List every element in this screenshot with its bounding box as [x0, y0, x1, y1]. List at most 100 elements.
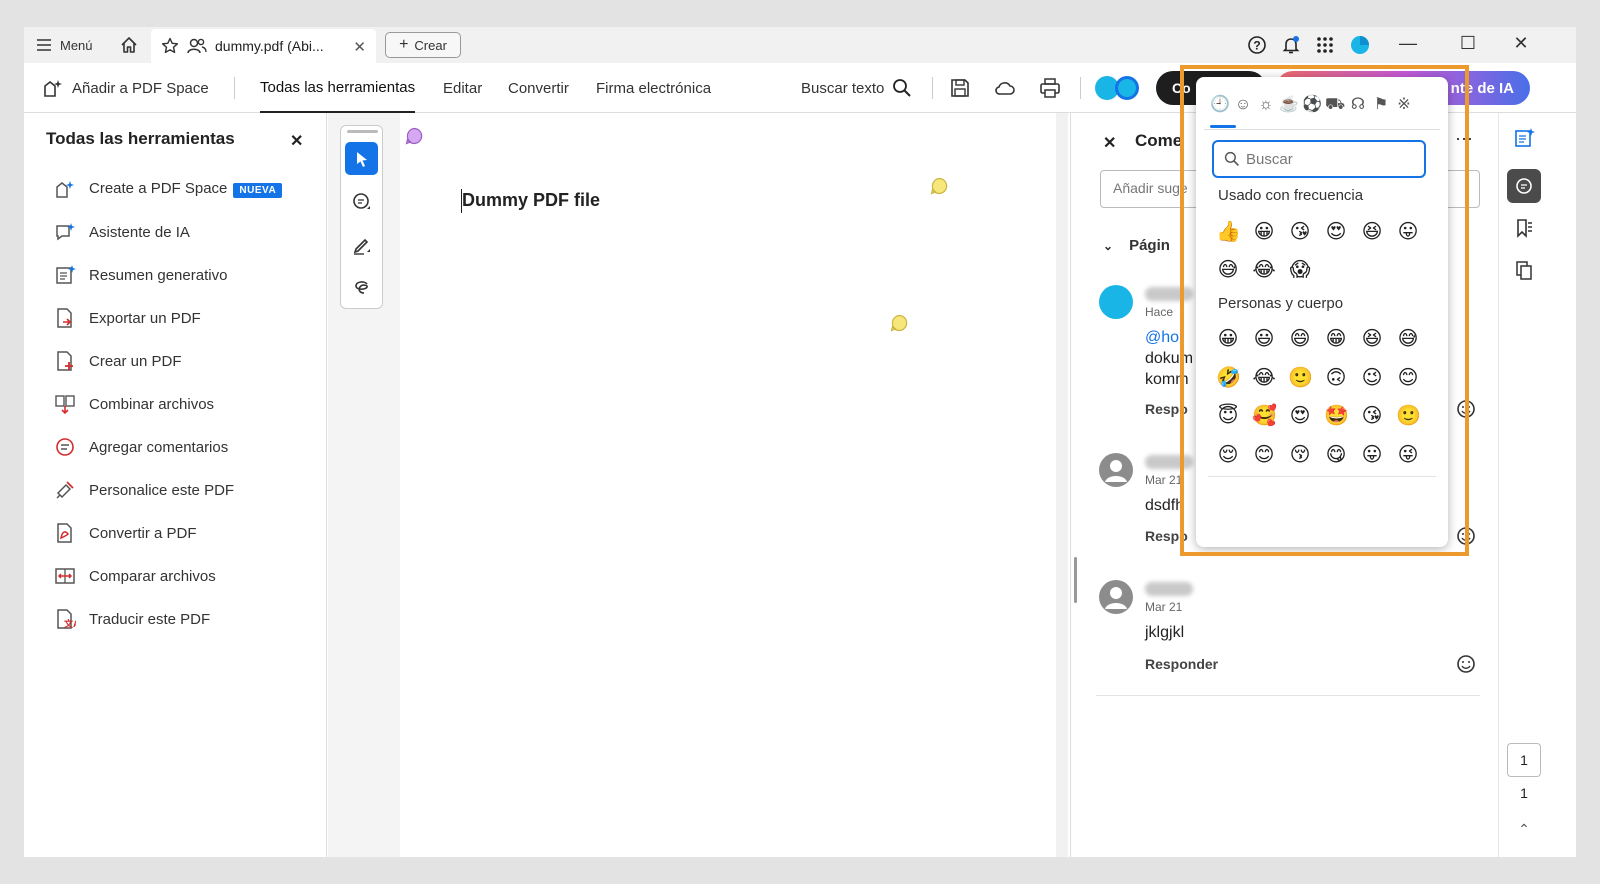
tool-compare-files[interactable]: Comparar archivos: [54, 564, 216, 588]
emoji[interactable]: 😁: [1324, 326, 1348, 350]
close-window-icon[interactable]: ✕: [1509, 33, 1533, 54]
emoji[interactable]: 🙂: [1288, 365, 1313, 389]
smiley-icon[interactable]: ☺: [1233, 95, 1253, 115]
emoji[interactable]: 😱: [1288, 257, 1312, 281]
close-tab-icon[interactable]: ✕: [353, 38, 366, 56]
emoji[interactable]: 😇: [1216, 403, 1240, 427]
emoji[interactable]: 🙂: [1396, 403, 1421, 427]
emoji[interactable]: 😀: [1252, 219, 1276, 243]
tab-convert[interactable]: Convertir: [508, 63, 569, 113]
emoji[interactable]: 😘: [1360, 403, 1384, 427]
tool-create-pdf[interactable]: Crear un PDF: [54, 349, 182, 373]
tool-combine-files[interactable]: Combinar archivos: [54, 392, 214, 416]
tool-export-pdf[interactable]: Exportar un PDF: [54, 306, 201, 330]
sticky-note-purple-icon[interactable]: [405, 127, 423, 145]
reply-button[interactable]: Respo: [1145, 401, 1188, 417]
emoji[interactable]: 😌: [1216, 442, 1240, 466]
comment-thread[interactable]: Mar 21 jklgjkl Responder: [1099, 580, 1479, 700]
emoji[interactable]: 😅: [1216, 257, 1240, 281]
chevron-up-icon[interactable]: ⌃: [1507, 821, 1541, 838]
tab-e-signature[interactable]: Firma electrónica: [596, 63, 711, 113]
tool-create-pdf-space[interactable]: Create a PDF Space NUEVA: [54, 177, 283, 201]
sticky-note-yellow-icon[interactable]: [890, 314, 908, 332]
menu-button[interactable]: Menú: [36, 27, 93, 63]
draw-tool-button[interactable]: [345, 271, 378, 304]
print-icon[interactable]: [1039, 77, 1061, 99]
user-avatar-icon[interactable]: [1350, 35, 1370, 55]
create-button[interactable]: + Crear: [385, 32, 461, 58]
emoji[interactable]: 😆: [1360, 326, 1384, 350]
close-panel-icon[interactable]: ✕: [290, 131, 303, 151]
tool-translate-pdf[interactable]: 文A Traducir este PDF: [54, 607, 210, 631]
tool-convert-to-pdf[interactable]: Convertir a PDF: [54, 521, 197, 545]
ai-summary-rail-button[interactable]: [1507, 121, 1541, 155]
comments-scrollbar[interactable]: [1074, 557, 1077, 603]
comment-mention[interactable]: @hoi: [1145, 327, 1183, 348]
add-reaction-icon[interactable]: [1456, 526, 1476, 546]
home-icon[interactable]: [119, 35, 139, 55]
emoji[interactable]: 😅: [1396, 326, 1420, 350]
comments-rail-button[interactable]: [1507, 169, 1541, 203]
food-icon[interactable]: ☕: [1279, 95, 1299, 115]
emoji[interactable]: 😛: [1396, 219, 1420, 243]
pdf-page[interactable]: Dummy PDF file: [400, 113, 1056, 857]
add-reaction-icon[interactable]: [1456, 654, 1476, 674]
symbols-icon[interactable]: ※: [1394, 95, 1414, 115]
tab-edit[interactable]: Editar: [443, 63, 482, 113]
emoji[interactable]: 😂: [1252, 365, 1276, 389]
drag-handle[interactable]: [347, 130, 378, 133]
emoji[interactable]: 😜: [1396, 442, 1420, 466]
search-text-button[interactable]: Buscar texto: [801, 63, 912, 113]
current-page-input[interactable]: 1: [1507, 743, 1541, 777]
emoji[interactable]: 👍: [1216, 219, 1241, 243]
emoji[interactable]: 😍: [1288, 403, 1312, 427]
emoji[interactable]: 😀: [1216, 326, 1240, 350]
add-reaction-icon[interactable]: [1456, 399, 1476, 419]
emoji[interactable]: 😃: [1252, 326, 1276, 350]
sticky-note-yellow-icon[interactable]: [930, 177, 948, 195]
collaborators-avatars-icon[interactable]: [1094, 75, 1144, 101]
pages-rail-button[interactable]: [1507, 253, 1541, 287]
add-to-pdf-space-button[interactable]: Añadir a PDF Space: [42, 63, 209, 113]
flags-icon[interactable]: ⚑: [1371, 95, 1391, 115]
emoji[interactable]: 😍: [1324, 219, 1348, 243]
highlight-tool-button[interactable]: [345, 228, 378, 261]
minimize-icon[interactable]: —: [1396, 33, 1420, 54]
cloud-sync-icon[interactable]: [994, 77, 1016, 99]
tool-ai-assistant[interactable]: Asistente de IA: [54, 220, 190, 244]
select-tool-button[interactable]: [345, 142, 378, 175]
help-icon[interactable]: ?: [1247, 35, 1267, 55]
emoji[interactable]: 🙃: [1324, 365, 1348, 389]
emoji[interactable]: 😊: [1396, 365, 1420, 389]
page-group-header[interactable]: ⌄ Págin: [1103, 237, 1170, 254]
comment-tool-button[interactable]: [345, 185, 378, 218]
recent-icon[interactable]: 🕘: [1210, 95, 1230, 115]
emoji[interactable]: 🥰: [1252, 403, 1277, 427]
animal-icon[interactable]: ☼: [1256, 95, 1276, 115]
notification-bell-icon[interactable]: [1281, 35, 1301, 55]
emoji[interactable]: 😉: [1360, 365, 1384, 389]
emoji[interactable]: 😊: [1252, 442, 1276, 466]
tool-generative-summary[interactable]: Resumen generativo: [54, 263, 227, 287]
emoji[interactable]: 🤩: [1324, 403, 1349, 427]
more-options-icon[interactable]: ⋯: [1455, 129, 1473, 150]
emoji-search-input[interactable]: Buscar: [1212, 140, 1426, 178]
save-icon[interactable]: [949, 77, 971, 99]
bookmarks-rail-button[interactable]: [1507, 211, 1541, 245]
reply-button[interactable]: Responder: [1145, 656, 1218, 672]
emoji[interactable]: 😂: [1252, 257, 1276, 281]
travel-icon[interactable]: ⛟: [1325, 95, 1345, 115]
emoji[interactable]: 😋: [1324, 442, 1348, 466]
apps-grid-icon[interactable]: [1315, 35, 1335, 55]
emoji[interactable]: 🤣: [1216, 365, 1241, 389]
maximize-icon[interactable]: ☐: [1456, 33, 1480, 54]
emoji[interactable]: 😄: [1288, 326, 1312, 350]
tool-add-comments[interactable]: Agregar comentarios: [54, 435, 228, 459]
sports-icon[interactable]: ⚽: [1302, 95, 1322, 115]
emoji[interactable]: 😚: [1288, 442, 1312, 466]
star-icon[interactable]: [161, 37, 179, 55]
document-tab[interactable]: dummy.pdf (Abi... ✕: [151, 29, 376, 63]
tool-customize-pdf[interactable]: Personalice este PDF: [54, 478, 234, 502]
close-comments-icon[interactable]: ✕: [1103, 133, 1116, 153]
emoji[interactable]: 😘: [1288, 219, 1312, 243]
